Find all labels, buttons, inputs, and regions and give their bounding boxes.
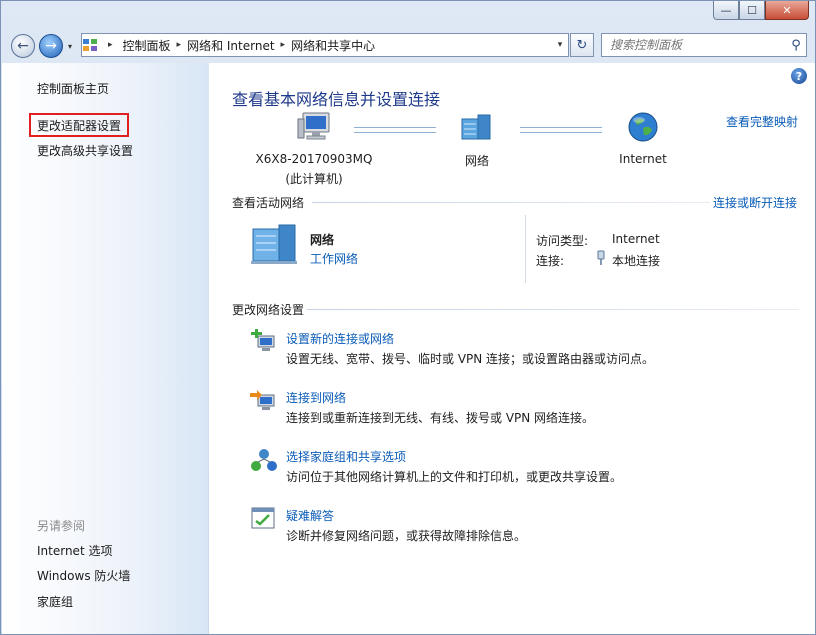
computer-subtitle: (此计算机) (285, 172, 343, 186)
refresh-button[interactable]: ↻ (570, 33, 594, 57)
access-type-value: Internet (612, 232, 660, 246)
breadcrumb-separator[interactable]: ▸ (177, 40, 182, 50)
address-bar[interactable]: ▸ 控制面板 ▸ 网络和 Internet ▸ 网络和共享中心 ▾ (81, 33, 569, 57)
back-button[interactable]: ← (11, 34, 35, 58)
control-panel-icon (83, 39, 97, 51)
active-networks-heading: 查看活动网络 (232, 196, 305, 210)
computer-icon (297, 112, 330, 140)
close-button[interactable]: ✕ (765, 1, 809, 20)
change-settings-heading: 更改网络设置 (232, 303, 305, 317)
connect-network-icon (250, 390, 275, 410)
sidebar-item-change-adapter-settings[interactable]: 更改适配器设置 (37, 117, 121, 134)
search-box: ⚲ (601, 33, 807, 57)
sidebar-item-internet-options[interactable]: Internet 选项 (37, 542, 112, 559)
connect-disconnect-link[interactable]: 连接或断开连接 (713, 194, 797, 211)
forward-button[interactable]: → (39, 34, 63, 58)
task-homegroup: 选择家庭组和共享选项 访问位于其他网络计算机上的文件和打印机，或更改共享设置。 (249, 446, 809, 490)
connector-line (354, 127, 436, 133)
homegroup-description: 访问位于其他网络计算机上的文件和打印机，或更改共享设置。 (286, 470, 623, 484)
network-name: 网络 (310, 233, 335, 247)
new-connection-description: 设置无线、宽带、拨号、临时或 VPN 连接；或设置路由器或访问点。 (286, 352, 655, 366)
sidebar-item-homegroup[interactable]: 家庭组 (37, 593, 73, 610)
search-input[interactable] (602, 34, 786, 56)
divider (312, 202, 710, 203)
address-dropdown-icon[interactable]: ▾ (552, 40, 568, 50)
sidebar-item-control-panel-home[interactable]: 控制面板主页 (37, 80, 109, 97)
internet-globe-icon (628, 112, 658, 142)
window: — ☐ ✕ ← → ▾ ▸ 控制面板 ▸ 网络和 Internet ▸ 网络和共… (0, 0, 816, 635)
navigation-bar: ← → ▾ ▸ 控制面板 ▸ 网络和 Internet ▸ 网络和共享中心 ▾ … (1, 30, 815, 62)
network-building-icon (251, 224, 297, 264)
caption-buttons: — ☐ ✕ (713, 1, 809, 20)
access-type-label: 访问类型: (536, 234, 589, 248)
breadcrumb-network-internet[interactable]: 网络和 Internet (187, 37, 274, 54)
local-connection-link[interactable]: 本地连接 (612, 252, 660, 269)
task-connect-network: 连接到网络 连接到或重新连接到无线、有线、拨号或 VPN 网络连接。 (249, 387, 809, 431)
network-label: 网络 (464, 154, 489, 168)
search-icon[interactable]: ⚲ (786, 38, 806, 53)
recent-pages-icon[interactable]: ▾ (68, 42, 72, 51)
connections-label: 连接: (536, 254, 565, 268)
ethernet-icon (597, 250, 605, 265)
sidebar: 控制面板主页 更改适配器设置 更改高级共享设置 另请参阅 Internet 选项… (2, 63, 208, 634)
troubleshoot-link[interactable]: 疑难解答 (286, 507, 334, 524)
breadcrumb: 控制面板 ▸ 网络和 Internet ▸ 网络和共享中心 (119, 37, 552, 54)
connect-network-link[interactable]: 连接到网络 (286, 389, 346, 406)
homegroup-link[interactable]: 选择家庭组和共享选项 (286, 448, 406, 465)
computer-name: X6X8-20170903MQ (255, 152, 373, 166)
help-icon[interactable]: ? (791, 68, 807, 84)
task-troubleshoot: 疑难解答 诊断并修复网络问题，或获得故障排除信息。 (249, 505, 809, 549)
breadcrumb-control-panel[interactable]: 控制面板 (123, 37, 171, 54)
troubleshoot-icon (251, 507, 275, 529)
troubleshoot-description: 诊断并修复网络问题，或获得故障排除信息。 (286, 529, 527, 543)
breadcrumb-network-sharing-center[interactable]: 网络和共享中心 (291, 37, 375, 54)
sidebar-item-advanced-sharing-settings[interactable]: 更改高级共享设置 (37, 142, 133, 159)
breadcrumb-separator[interactable]: ▸ (281, 40, 286, 50)
page-title: 查看基本网络信息并设置连接 (232, 90, 441, 109)
homegroup-icon (251, 449, 277, 471)
sidebar-item-windows-firewall[interactable]: Windows 防火墙 (37, 567, 130, 584)
new-connection-link[interactable]: 设置新的连接或网络 (286, 330, 394, 347)
internet-label: Internet (619, 152, 667, 166)
see-also-heading: 另请参阅 (37, 519, 86, 533)
task-new-connection: 设置新的连接或网络 设置无线、宽带、拨号、临时或 VPN 连接；或设置路由器或访… (249, 328, 809, 372)
new-connection-icon (251, 329, 275, 351)
main-content: ? 查看基本网络信息并设置连接 查看完整映射 X6X8-20170903MQ (… (209, 63, 815, 634)
connector-line (520, 127, 602, 133)
divider (307, 309, 799, 310)
view-full-map-link[interactable]: 查看完整映射 (726, 113, 798, 130)
minimize-button[interactable]: — (713, 1, 739, 20)
maximize-button[interactable]: ☐ (739, 1, 765, 20)
network-icon (461, 114, 491, 140)
network-type-link[interactable]: 工作网络 (310, 250, 358, 267)
breadcrumb-separator: ▸ (108, 40, 113, 50)
divider (525, 215, 526, 283)
connect-network-description: 连接到或重新连接到无线、有线、拨号或 VPN 网络连接。 (286, 411, 595, 425)
